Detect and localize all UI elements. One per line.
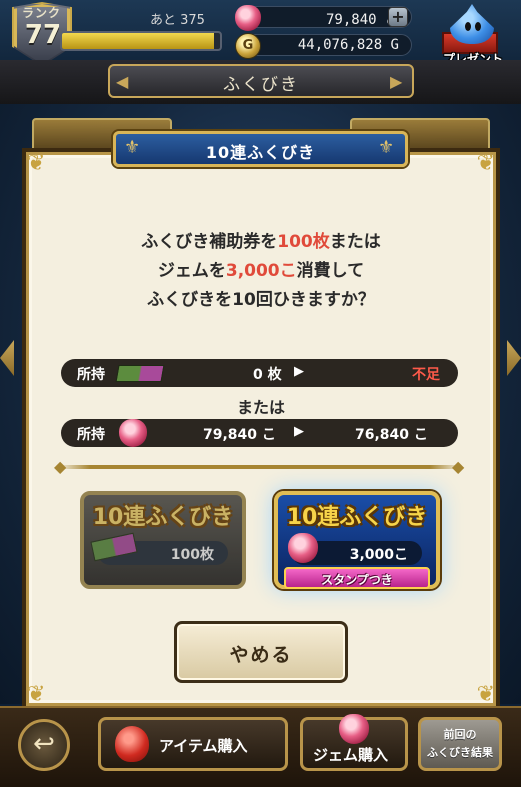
item-bag-icon: [115, 726, 149, 762]
owned-label: 所持: [77, 367, 105, 383]
stamp-label: スタンプつき: [321, 573, 393, 587]
history-line2: ふくびき結果: [427, 746, 493, 759]
owned-label: 所持: [77, 427, 105, 443]
arrow-right-icon: ▶: [294, 364, 304, 379]
exp-bar-fill: [62, 33, 214, 49]
previous-results-label: 前回の ふくびき結果: [421, 726, 499, 762]
ticket-balance-row: 所持 0 枚 ▶ 不足: [61, 359, 458, 387]
item-shop-label: アイテム購入: [159, 737, 248, 755]
corner-ornament-icon: ❦: [476, 151, 495, 176]
gem-cost: 3,000こ: [349, 547, 408, 563]
exp-bar: [60, 31, 222, 51]
ticket-cost-highlight: 100枚: [277, 232, 330, 252]
stamp-ribbon: スタンプつき: [284, 567, 430, 589]
gem-after-amount: 76,840 こ: [355, 427, 428, 443]
insufficient-label: 不足: [412, 367, 440, 383]
slime-icon: [450, 4, 494, 44]
gem-icon: [288, 533, 318, 563]
gem-shop-label: ジェム購入: [313, 746, 389, 764]
gold-coin-icon: G: [235, 33, 261, 59]
cancel-button[interactable]: やめる: [174, 621, 348, 683]
item-shop-button[interactable]: アイテム購入: [98, 717, 288, 771]
corner-ornament-icon: ❦: [476, 682, 495, 707]
gold-counter: G 44,076,828 G: [235, 33, 412, 59]
exp-remaining-label: あと 375: [150, 13, 205, 28]
back-button[interactable]: ↩: [18, 719, 70, 771]
message-text: 消費して: [296, 261, 365, 281]
ornamental-divider: [58, 465, 462, 469]
message-text: ジェムを: [157, 261, 226, 281]
message-text: ふくびき補助券を: [141, 232, 278, 252]
dialog-title: 10連ふくびき: [205, 143, 316, 162]
confirm-message: ふくびき補助券を100枚または ジェムを3,000こ消費して ふくびきを10回ひ…: [26, 228, 496, 315]
message-text: ふくびきを10回ひきますか？: [147, 290, 375, 310]
rank-label: ランク: [22, 6, 62, 20]
gems-counter: 79,840 こ: [235, 5, 412, 31]
gem-owned-amount: 79,840 こ: [203, 427, 276, 443]
gem-draw-10-button[interactable]: 10連ふくびき 3,000こ スタンプつき: [274, 491, 440, 589]
gem-icon: [235, 5, 261, 31]
button-title: 10連ふくびき: [286, 505, 428, 530]
gem-icon: [339, 714, 369, 744]
history-line1: 前回の: [443, 728, 477, 741]
gem-balance-row: 所持 79,840 こ ▶ 76,840 こ: [61, 419, 458, 447]
gold-value: 44,076,828 G: [297, 37, 399, 53]
page-title: ふくびき: [223, 75, 299, 95]
ticket-icon: [115, 365, 165, 382]
arrow-right-icon: ▶: [294, 424, 304, 439]
gem-cost-highlight: 3,000こ: [225, 261, 297, 281]
gem-shop-button[interactable]: ジェム購入: [300, 714, 408, 771]
ticket-draw-10-button[interactable]: 10連ふくびき 100枚: [80, 491, 246, 589]
ticket-owned-amount: 0 枚: [253, 367, 282, 383]
ticket-cost: 100枚: [170, 547, 214, 563]
gem-icon: [119, 419, 147, 447]
corner-ornament-icon: ❦: [27, 151, 46, 176]
add-gems-button[interactable]: +: [388, 7, 408, 27]
button-title: 10連ふくびき: [92, 505, 234, 530]
corner-ornament-icon: ❦: [27, 682, 46, 707]
divider-right-ornament-icon: ◆: [452, 457, 465, 476]
or-label: または: [236, 398, 285, 417]
divider-left-ornament-icon: ◆: [54, 457, 67, 476]
cancel-label: やめる: [229, 644, 293, 666]
previous-results-button[interactable]: 前回の ふくびき結果: [418, 717, 502, 771]
message-text: または: [329, 232, 381, 252]
